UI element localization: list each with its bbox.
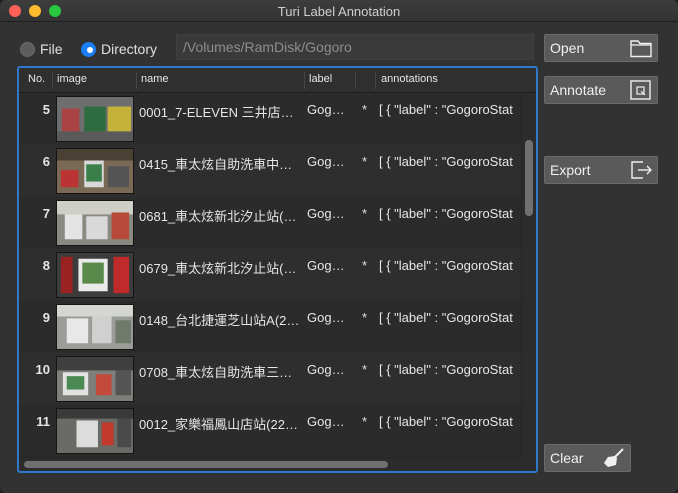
table-row[interactable]: 9 0148_台北捷運芝山站A(2… Gog… * [ { "label" : … bbox=[19, 301, 521, 353]
export-button-label: Export bbox=[550, 162, 591, 178]
row-annotations: [ { "label" : "GogoroStat bbox=[379, 414, 513, 429]
directory-radio-label: Directory bbox=[101, 41, 158, 57]
annotate-icon bbox=[630, 80, 651, 100]
row-name: 0415_車太炫自助洗車中… bbox=[139, 157, 293, 172]
row-annotations: [ { "label" : "GogoroStat bbox=[379, 206, 513, 221]
table-row[interactable]: 11 0012_家樂福鳳山店站(22… Gog… * [ { "label" :… bbox=[19, 405, 521, 457]
path-field[interactable]: /Volumes/RamDisk/Gogoro bbox=[176, 34, 534, 60]
horizontal-scrollbar[interactable] bbox=[19, 457, 521, 471]
vertical-scrollbar[interactable] bbox=[521, 93, 536, 457]
directory-radio-indicator bbox=[81, 41, 96, 57]
open-button[interactable]: Open bbox=[544, 34, 658, 62]
row-name: 0708_車太炫自助洗車三… bbox=[139, 365, 293, 380]
clear-button-label: Clear bbox=[550, 450, 584, 466]
row-number: 8 bbox=[42, 258, 50, 273]
vertical-scroll-thumb[interactable] bbox=[525, 140, 533, 216]
file-radio-label: File bbox=[40, 41, 63, 57]
row-number: 9 bbox=[42, 310, 50, 325]
row-annotations: [ { "label" : "GogoroStat bbox=[379, 310, 513, 325]
row-number: 11 bbox=[36, 414, 50, 429]
column-header-label[interactable]: label bbox=[309, 73, 332, 85]
image-thumbnail bbox=[56, 356, 134, 402]
row-modified-marker: * bbox=[362, 154, 368, 169]
column-header-image[interactable]: image bbox=[57, 73, 87, 85]
image-thumbnail bbox=[56, 148, 134, 194]
row-number: 5 bbox=[42, 102, 50, 117]
row-modified-marker: * bbox=[362, 102, 368, 117]
clear-button[interactable]: Clear bbox=[544, 444, 631, 472]
image-thumbnail bbox=[56, 200, 134, 246]
row-annotations: [ { "label" : "GogoroStat bbox=[379, 154, 513, 169]
table-body: 5 0001_7-ELEVEN 三井店… Gog… * [ { "label" … bbox=[19, 93, 521, 457]
row-name: 0012_家樂福鳳山店站(22… bbox=[139, 417, 298, 432]
column-header-name[interactable]: name bbox=[141, 73, 169, 85]
column-header-annotations[interactable]: annotations bbox=[381, 73, 438, 85]
column-divider[interactable] bbox=[304, 72, 305, 89]
scrollbar-corner bbox=[521, 457, 536, 471]
row-annotations: [ { "label" : "GogoroStat bbox=[379, 362, 513, 377]
image-thumbnail bbox=[56, 252, 134, 298]
table-row[interactable]: 5 0001_7-ELEVEN 三井店… Gog… * [ { "label" … bbox=[19, 93, 521, 145]
row-label: Gog… bbox=[307, 362, 345, 377]
open-button-label: Open bbox=[550, 40, 585, 56]
row-number: 6 bbox=[42, 154, 50, 169]
title-bar: Turi Label Annotation bbox=[0, 0, 678, 22]
row-modified-marker: * bbox=[362, 206, 368, 221]
row-number: 10 bbox=[35, 362, 50, 377]
row-label: Gog… bbox=[307, 258, 345, 273]
column-divider[interactable] bbox=[355, 72, 356, 89]
row-label: Gog… bbox=[307, 206, 345, 221]
row-label: Gog… bbox=[307, 414, 345, 429]
image-thumbnail bbox=[56, 408, 134, 454]
row-number: 7 bbox=[42, 206, 50, 221]
column-divider[interactable] bbox=[375, 72, 376, 89]
row-annotations: [ { "label" : "GogoroStat bbox=[379, 102, 513, 117]
app-window: Turi Label Annotation File Directory /Vo… bbox=[0, 0, 678, 493]
file-radio[interactable]: File bbox=[20, 40, 63, 58]
column-divider[interactable] bbox=[136, 72, 137, 89]
export-button[interactable]: Export bbox=[544, 156, 658, 184]
table-row[interactable]: 6 0415_車太炫自助洗車中… Gog… * [ { "label" : "G… bbox=[19, 145, 521, 197]
row-label: Gog… bbox=[307, 154, 345, 169]
row-modified-marker: * bbox=[362, 414, 368, 429]
row-name: 0148_台北捷運芝山站A(2… bbox=[139, 313, 300, 328]
broom-icon bbox=[604, 448, 624, 467]
row-label: Gog… bbox=[307, 102, 345, 117]
row-name: 0001_7-ELEVEN 三井店… bbox=[139, 105, 294, 120]
table-header: No. image name label annotations bbox=[19, 68, 536, 93]
table-row[interactable]: 10 0708_車太炫自助洗車三… Gog… * [ { "label" : "… bbox=[19, 353, 521, 405]
image-thumbnail bbox=[56, 96, 134, 142]
table-row[interactable]: 8 0679_車太炫新北汐止站(… Gog… * [ { "label" : "… bbox=[19, 249, 521, 301]
window-title: Turi Label Annotation bbox=[277, 4, 401, 19]
column-divider[interactable] bbox=[52, 72, 53, 89]
annotate-button-label: Annotate bbox=[550, 82, 607, 98]
row-modified-marker: * bbox=[362, 258, 368, 273]
annotation-table[interactable]: No. image name label annotations 5 0001_… bbox=[17, 66, 538, 473]
image-thumbnail bbox=[56, 304, 134, 350]
directory-radio[interactable]: Directory bbox=[81, 40, 157, 58]
file-radio-indicator bbox=[20, 41, 35, 57]
folder-icon bbox=[630, 40, 652, 58]
row-modified-marker: * bbox=[362, 362, 368, 377]
row-name: 0679_車太炫新北汐止站(… bbox=[139, 261, 297, 276]
annotate-button[interactable]: Annotate bbox=[544, 76, 658, 104]
column-header-no[interactable]: No. bbox=[28, 73, 45, 85]
row-annotations: [ { "label" : "GogoroStat bbox=[379, 258, 513, 273]
horizontal-scroll-thumb[interactable] bbox=[24, 461, 388, 468]
row-modified-marker: * bbox=[362, 310, 368, 325]
row-label: Gog… bbox=[307, 310, 345, 325]
table-row[interactable]: 7 0681_車太炫新北汐止站(… Gog… * [ { "label" : "… bbox=[19, 197, 521, 249]
row-name: 0681_車太炫新北汐止站(… bbox=[139, 209, 297, 224]
export-icon bbox=[631, 161, 652, 179]
